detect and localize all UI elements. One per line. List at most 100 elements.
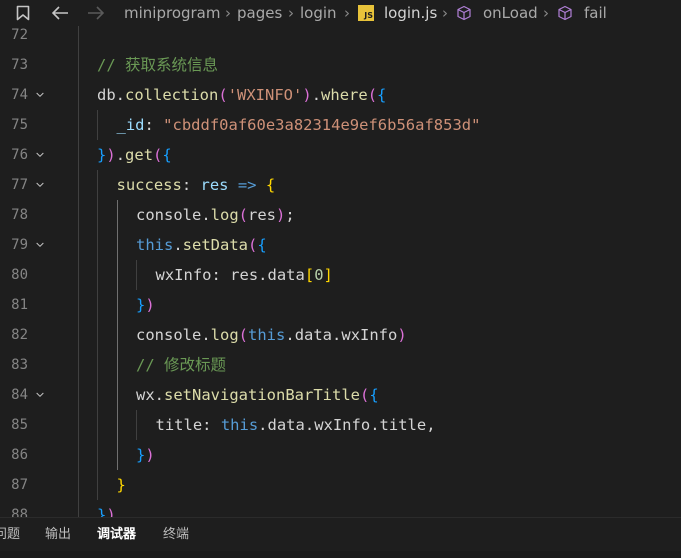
code-text[interactable]: }) — [136, 440, 155, 470]
code-token: . — [311, 86, 322, 104]
indent-guide — [97, 380, 98, 410]
indent-guide — [78, 500, 79, 517]
code-token: . — [201, 206, 211, 224]
code-token: db — [97, 86, 116, 104]
code-token: , — [426, 416, 436, 434]
code-line[interactable]: 78 console.log(res); — [0, 200, 681, 230]
indent-guide — [117, 290, 118, 320]
breadcrumb-item-miniprogram[interactable]: miniprogram — [124, 3, 220, 23]
code-text[interactable]: // 修改标题 — [136, 350, 226, 380]
code-line[interactable]: 86}) — [0, 440, 681, 470]
code-line[interactable]: 79 this.setData({ — [0, 230, 681, 260]
chevron-down-icon[interactable] — [36, 241, 44, 249]
indent-guide — [97, 290, 98, 320]
code-line[interactable]: 74 db.collection('WXINFO').where({ — [0, 80, 681, 110]
code-text[interactable]: success: res => { — [117, 170, 276, 200]
code-token: ) — [397, 326, 407, 344]
code-line[interactable]: 87} — [0, 470, 681, 500]
code-token: this — [136, 236, 174, 254]
chevron-down-icon[interactable] — [36, 391, 44, 399]
chevron-right-icon: › — [442, 4, 448, 22]
bookmark-icon[interactable] — [16, 5, 30, 21]
code-text[interactable]: // 获取系统信息 — [97, 50, 218, 80]
code-line[interactable]: 72 — [0, 26, 681, 50]
code-token: . — [285, 326, 295, 344]
code-text[interactable]: this.setData({ — [136, 230, 267, 260]
code-token: collection — [125, 86, 219, 104]
code-text[interactable]: }) — [97, 500, 116, 517]
method-cube-icon — [558, 5, 572, 21]
code-token: . — [258, 266, 268, 284]
line-number: 79 — [11, 237, 28, 253]
code-line[interactable]: 76}).get({ — [0, 140, 681, 170]
code-line[interactable]: 84 wx.setNavigationBarTitle({ — [0, 380, 681, 410]
tab-debugger[interactable]: 调试器 — [97, 526, 136, 544]
code-text[interactable]: } — [117, 470, 126, 500]
code-token: ( — [248, 236, 258, 254]
code-line[interactable]: 88}) — [0, 500, 681, 517]
code-token: } — [116, 476, 126, 494]
tab-problems[interactable]: 问题 — [0, 526, 20, 544]
code-token: : — [202, 416, 221, 434]
code-line[interactable]: 75 _id: "cbddf0af60e3a82314e9ef6b56af853d… — [0, 110, 681, 140]
code-line[interactable]: 85 title: this.data.wxInfo.title, — [0, 410, 681, 440]
code-text[interactable]: }) — [136, 290, 155, 320]
code-text[interactable]: console.log(res); — [136, 200, 295, 230]
code-line[interactable]: 73 // 获取系统信息 — [0, 50, 681, 80]
code-text[interactable]: wxInfo: res.data[0] — [156, 260, 333, 290]
code-editor[interactable]: 72 73// 获取系统信息 74 db.collection('WXINFO').w… — [0, 26, 681, 517]
code-text[interactable]: _id: "cbddf0af60e3a82314e9ef6b56af853d" — [117, 110, 481, 140]
breadcrumb-item-fail[interactable]: fail — [584, 3, 607, 23]
code-line[interactable]: 83 // 修改标题 — [0, 350, 681, 380]
chevron-down-icon[interactable] — [36, 181, 44, 189]
indent-guide — [97, 260, 98, 290]
bottom-panel: 问题 输出 调试器 终端 — [0, 517, 681, 558]
code-token: data — [294, 326, 333, 344]
code-text[interactable]: console.log(this.data.wxInfo) — [136, 320, 407, 350]
code-token: title — [379, 416, 427, 434]
code-token: this — [248, 326, 286, 344]
code-token: } — [136, 296, 146, 314]
code-line[interactable]: 77 success: res => { — [0, 170, 681, 200]
tab-terminal[interactable]: 终端 — [163, 526, 189, 544]
code-token: data — [267, 266, 305, 284]
code-token: // 获取系统信息 — [97, 56, 218, 74]
indent-guide — [117, 200, 118, 230]
code-token: setData — [182, 236, 248, 254]
line-number: 84 — [11, 387, 28, 403]
breadcrumb-item-login[interactable]: login — [300, 3, 337, 23]
breadcrumb-item-file[interactable]: login.js — [384, 3, 437, 23]
code-text[interactable]: db.collection('WXINFO').where({ — [97, 80, 386, 110]
line-number: 86 — [11, 447, 28, 463]
breadcrumb-item-onload[interactable]: onLoad — [483, 3, 538, 23]
code-text[interactable]: wx.setNavigationBarTitle({ — [136, 380, 379, 410]
line-number: 81 — [11, 297, 28, 313]
code-text[interactable]: }).get({ — [97, 140, 172, 170]
code-token: res — [200, 176, 229, 194]
breadcrumb-item-pages[interactable]: pages — [237, 3, 282, 23]
code-token: data — [267, 416, 305, 434]
code-token: ( — [359, 386, 370, 404]
indent-guide — [117, 410, 118, 440]
method-cube-icon — [457, 5, 471, 21]
code-line[interactable]: 82 console.log(this.data.wxInfo) — [0, 320, 681, 350]
code-text[interactable]: title: this.data.wxInfo.title, — [156, 410, 436, 440]
code-token: log — [210, 326, 239, 344]
code-token: { — [377, 86, 387, 104]
code-token: ) — [106, 506, 116, 517]
tab-output[interactable]: 输出 — [45, 526, 71, 544]
chevron-down-icon[interactable] — [36, 151, 44, 159]
code-line[interactable]: 80 wxInfo: res.data[0] — [0, 260, 681, 290]
forward-arrow-icon[interactable] — [86, 5, 106, 21]
code-token: ) — [276, 206, 286, 224]
indent-guide — [78, 170, 79, 200]
code-line[interactable]: 81}) — [0, 290, 681, 320]
line-number: 87 — [11, 477, 28, 493]
code-token: res — [248, 206, 277, 224]
indent-guide — [97, 230, 98, 260]
indent-guide — [97, 470, 98, 500]
indent-guide — [136, 260, 137, 290]
code-token: ) — [106, 146, 116, 164]
back-arrow-icon[interactable] — [50, 5, 70, 21]
chevron-down-icon[interactable] — [36, 91, 44, 99]
